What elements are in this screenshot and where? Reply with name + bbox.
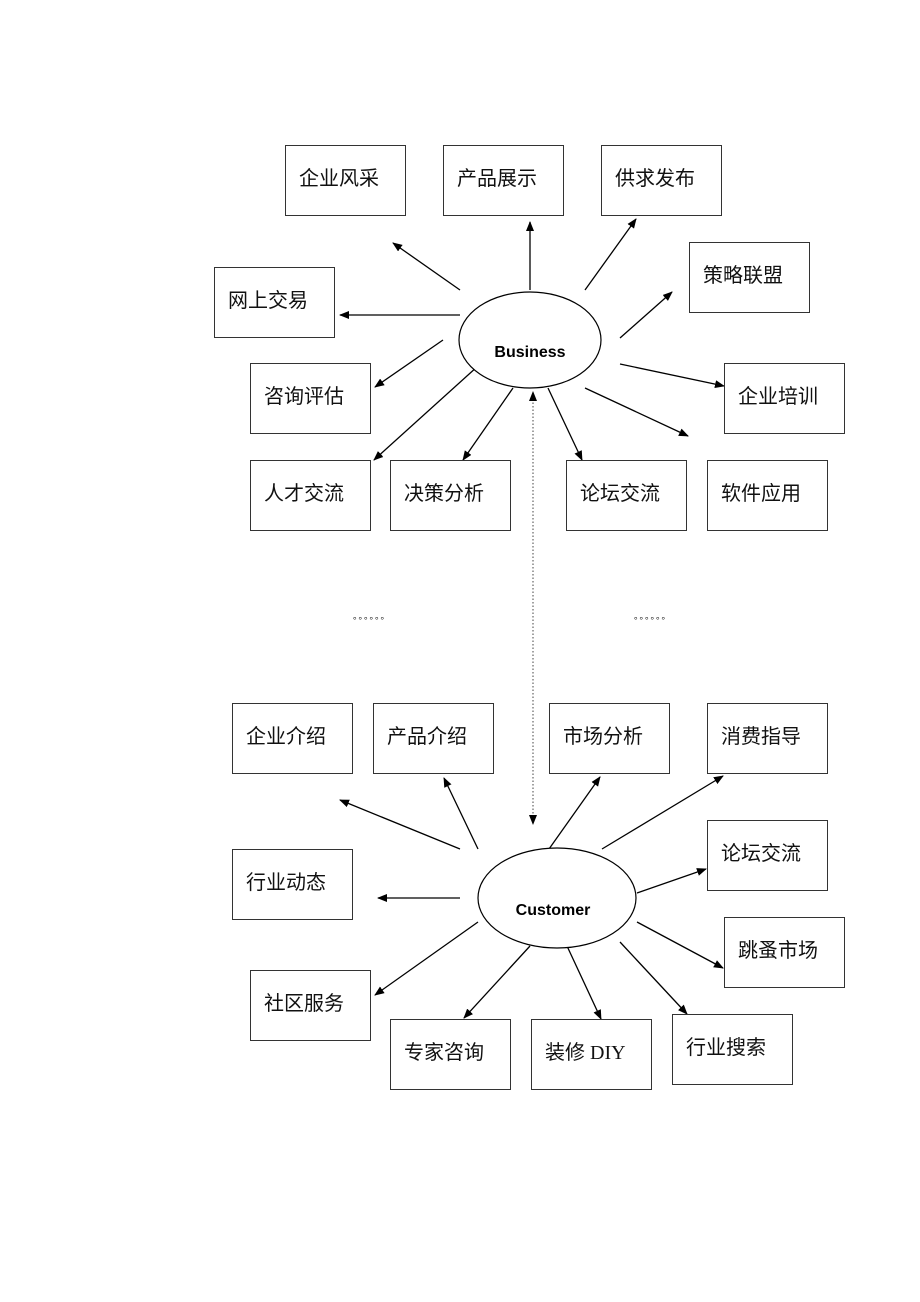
customer-item-box: 专家咨询 <box>390 1019 511 1090</box>
business-item-box: 企业风采 <box>285 145 406 216</box>
ellipsis-left: 。。。。。。 <box>353 612 391 622</box>
business-item-box: 产品展示 <box>443 145 564 216</box>
business-arrow <box>373 365 479 461</box>
business-hub-ellipse <box>458 291 602 389</box>
business-item-box: 咨询评估 <box>250 363 371 434</box>
customer-arrow <box>548 776 601 850</box>
business-hub-label: Business <box>494 344 565 361</box>
ellipsis-right: 。。。。。。 <box>634 612 672 622</box>
business-item-box: 策略联盟 <box>689 242 810 313</box>
customer-hub-ellipse <box>477 847 637 949</box>
business-item-box: 论坛交流 <box>566 460 687 531</box>
customer-arrow <box>566 945 602 1020</box>
customer-item-box: 市场分析 <box>549 703 670 774</box>
customer-item-box: 产品介绍 <box>373 703 494 774</box>
business-arrow <box>462 387 514 461</box>
customer-item-box: 行业搜索 <box>672 1014 793 1085</box>
customer-item-box: 消费指导 <box>707 703 828 774</box>
business-arrow <box>584 387 689 437</box>
customer-item-box: 企业介绍 <box>232 703 353 774</box>
customer-arrow <box>601 775 724 850</box>
business-arrow <box>619 363 725 389</box>
business-arrow <box>392 242 461 291</box>
customer-item-box: 装修 DIY <box>531 1019 652 1090</box>
business-arrow <box>374 339 444 388</box>
business-item-box: 企业培训 <box>724 363 845 434</box>
business-item-box: 人才交流 <box>250 460 371 531</box>
customer-item-box: 跳蚤市场 <box>724 917 845 988</box>
customer-item-box: 社区服务 <box>250 970 371 1041</box>
customer-arrow <box>443 777 479 850</box>
customer-arrow <box>636 868 707 894</box>
customer-arrow <box>339 799 461 850</box>
business-item-box: 网上交易 <box>214 267 335 338</box>
business-arrow <box>619 291 673 339</box>
customer-item-box: 行业动态 <box>232 849 353 920</box>
customer-arrow <box>374 921 479 996</box>
business-item-box: 供求发布 <box>601 145 722 216</box>
business-arrow <box>547 387 583 461</box>
customer-arrow <box>463 945 531 1019</box>
customer-arrow <box>619 941 688 1015</box>
customer-item-box: 论坛交流 <box>707 820 828 891</box>
business-arrow <box>584 218 637 291</box>
customer-arrow <box>636 921 724 969</box>
business-item-box: 软件应用 <box>707 460 828 531</box>
customer-hub-label: Customer <box>516 902 591 919</box>
business-item-box: 决策分析 <box>390 460 511 531</box>
